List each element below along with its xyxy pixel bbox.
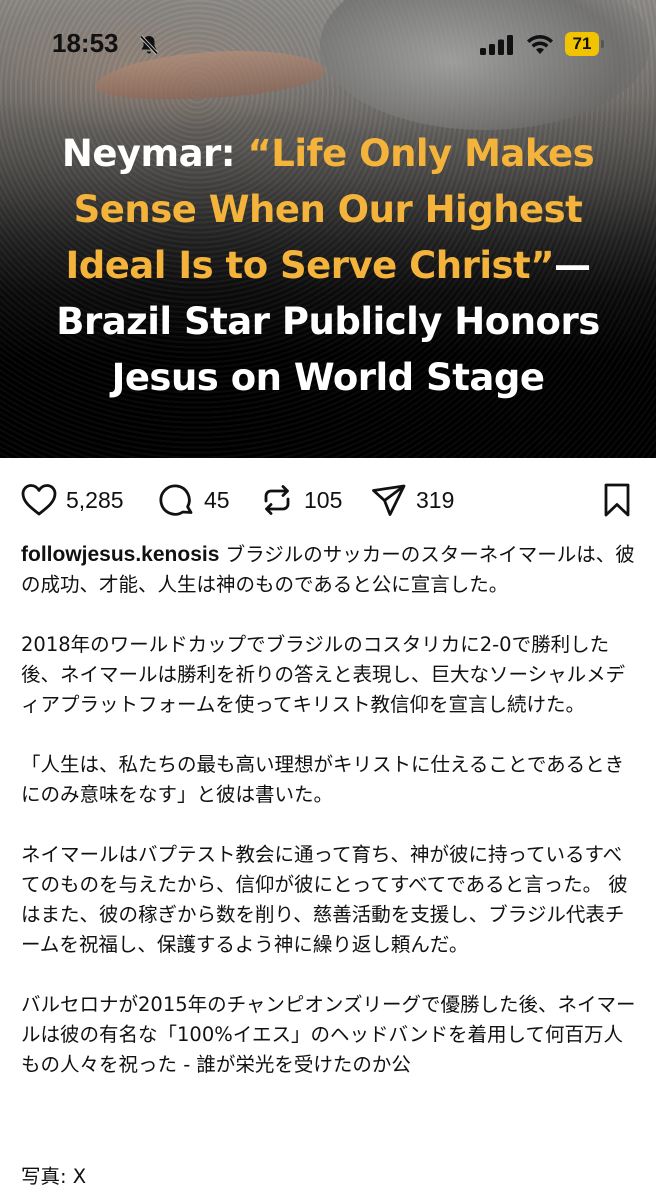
- caption-paragraph-5: バルセロナが2015年のチャンピオンズリーグで優勝した後、ネイマールは彼の有名な…: [21, 993, 636, 1076]
- caption-paragraph-2: 2018年のワールドカップでブラジルのコスタリカに2-0で勝利した後、ネイマール…: [21, 633, 626, 716]
- share-icon: [372, 484, 406, 516]
- caption-paragraph-3: 「人生は、私たちの最も高い理想がキリストに仕えることであるときにのみ意味をなす」…: [21, 753, 625, 806]
- comment-count: 45: [204, 486, 230, 513]
- bookmark-icon: [604, 483, 630, 517]
- wifi-icon: [527, 35, 553, 54]
- image-headline: Neymar: “Life Only Makes Sense When Our …: [20, 126, 636, 406]
- heart-icon: [21, 484, 57, 516]
- share-button[interactable]: 319: [370, 480, 454, 520]
- author-username[interactable]: followjesus.kenosis: [21, 543, 219, 566]
- comment-button[interactable]: 45: [158, 480, 230, 520]
- post-caption: followjesus.kenosis ブラジルのサッカーのスターネイマールは、…: [21, 540, 637, 1110]
- headline-white-1: Neymar:: [61, 132, 248, 175]
- status-time: 18:53: [52, 28, 119, 58]
- post-actions: 5,285 45 105 319: [0, 470, 656, 530]
- bell-slash-icon: [139, 35, 159, 55]
- caption-paragraph-4: ネイマールはバプテスト教会に通って育ち、神が彼に持っているすべてのものを与えたか…: [21, 843, 628, 956]
- battery-indicator: 71: [565, 32, 604, 56]
- save-button[interactable]: [598, 480, 636, 520]
- repost-count: 105: [304, 486, 343, 513]
- caption-paragraph-1: followjesus.kenosis ブラジルのサッカーのスターネイマールは、…: [21, 540, 637, 600]
- like-button[interactable]: 5,285: [20, 480, 124, 520]
- repost-button[interactable]: 105: [258, 480, 342, 520]
- share-count: 319: [416, 486, 455, 513]
- photo-credit: 写真: X: [21, 1165, 87, 1188]
- like-count: 5,285: [66, 486, 124, 513]
- status-bar: 18:53 71: [0, 0, 656, 88]
- signal-icon: [480, 35, 513, 55]
- repost-icon: [264, 485, 290, 515]
- comment-icon: [159, 484, 193, 516]
